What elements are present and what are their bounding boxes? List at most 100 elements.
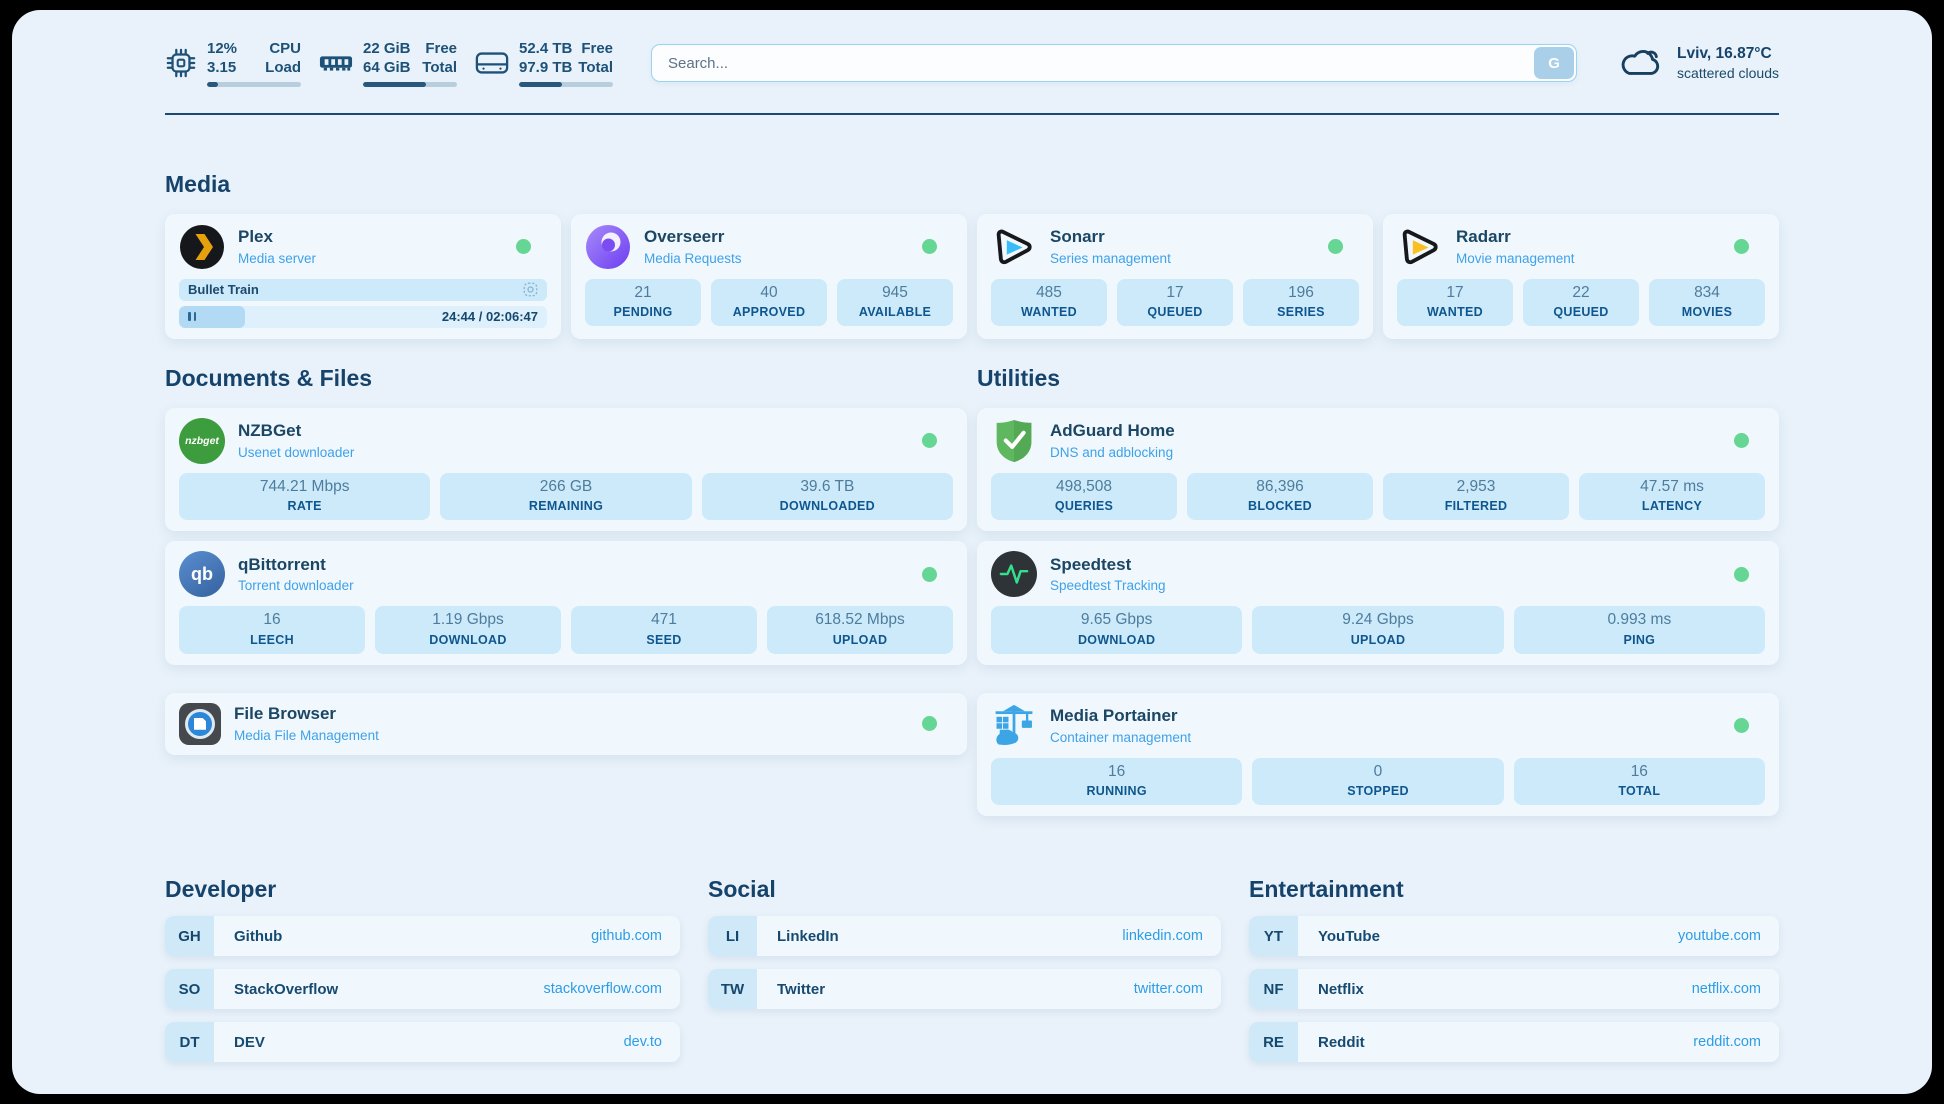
overseerr-icon (585, 224, 631, 270)
cpu-icon (165, 47, 197, 79)
app-name: Media Portainer (1050, 706, 1191, 726)
status-dot (1734, 239, 1749, 254)
status-dot (922, 239, 937, 254)
app-card-overseerr[interactable]: Overseerr Media Requests 21PENDING 40APP… (571, 214, 967, 339)
link-row-netflix[interactable]: NF Netflix netflix.com (1249, 969, 1779, 1009)
ram-progressbar (363, 82, 457, 87)
stat-label: SERIES (1247, 305, 1355, 320)
link-abbr: TW (708, 969, 757, 1009)
app-card-plex[interactable]: Plex Media server Bullet Train (165, 214, 561, 339)
stat-pill: 21PENDING (585, 279, 701, 327)
app-name: Speedtest (1050, 555, 1166, 575)
stat-value: 17 (1401, 284, 1509, 303)
stat-value: 9.65 Gbps (995, 611, 1238, 630)
header-divider (165, 113, 1779, 115)
stat-value: 485 (995, 284, 1103, 303)
stat-label: FILTERED (1387, 499, 1565, 514)
now-playing-title: Bullet Train (188, 282, 259, 297)
stat-value: 39.6 TB (706, 478, 949, 497)
stat-value: 1.19 Gbps (379, 611, 557, 630)
link-row-dev[interactable]: DT DEV dev.to (165, 1022, 680, 1062)
cpu-value: 12% (207, 40, 237, 59)
app-name: NZBGet (238, 421, 354, 441)
link-name: Github (234, 928, 282, 945)
stat-value: 266 GB (444, 478, 687, 497)
status-dot (1734, 567, 1749, 582)
app-card-radarr[interactable]: Radarr Movie management 17WANTED 22QUEUE… (1383, 214, 1779, 339)
dashboard: 12%CPU 3.15Load 22 GiBFree (12, 10, 1932, 1094)
stat-value: 498,508 (995, 478, 1173, 497)
stat-pill: 1.19 Gbps DOWNLOAD (375, 606, 561, 654)
link-url: dev.to (624, 1034, 662, 1050)
stat-label: RATE (183, 499, 426, 514)
link-row-stackoverflow[interactable]: SO StackOverflow stackoverflow.com (165, 969, 680, 1009)
ram-icon (319, 51, 353, 75)
cpu-label: CPU (269, 40, 301, 59)
status-dot (1734, 433, 1749, 448)
link-row-reddit[interactable]: RE Reddit reddit.com (1249, 1022, 1779, 1062)
stat-value: 471 (575, 611, 753, 630)
disk-progressbar (519, 82, 613, 87)
stat-value: 0.993 ms (1518, 611, 1761, 630)
disk-free-value: 52.4 TB (519, 40, 572, 59)
link-name: Twitter (777, 981, 825, 998)
link-name: YouTube (1318, 928, 1380, 945)
cloud-icon (1617, 42, 1665, 85)
stat-value: 618.52 Mbps (771, 611, 949, 630)
stat-pill: 86,396BLOCKED (1187, 473, 1373, 521)
weather-condition: scattered clouds (1677, 65, 1779, 81)
link-name: LinkedIn (777, 928, 839, 945)
stat-label: WANTED (1401, 305, 1509, 320)
app-card-speedtest[interactable]: Speedtest Speedtest Tracking 9.65 Gbps DO… (977, 541, 1779, 665)
app-subtitle: Media File Management (234, 728, 379, 743)
link-row-twitter[interactable]: TW Twitter twitter.com (708, 969, 1221, 1009)
stat-pill: 16TOTAL (1514, 758, 1765, 806)
stat-label: MOVIES (1653, 305, 1761, 320)
radarr-icon (1397, 224, 1443, 270)
section-title-documents: Documents & Files (165, 365, 967, 392)
app-subtitle: Speedtest Tracking (1050, 578, 1166, 593)
disk-icon (475, 49, 509, 77)
stat-pill: 2,953FILTERED (1383, 473, 1569, 521)
link-row-youtube[interactable]: YT YouTube youtube.com (1249, 916, 1779, 956)
search-engine-button[interactable]: G (1534, 47, 1574, 79)
stat-label: DOWNLOAD (995, 633, 1238, 648)
search-input[interactable] (651, 44, 1577, 82)
sonarr-icon (991, 224, 1037, 270)
ram-total-label: Total (422, 59, 457, 78)
stat-pill: 16LEECH (179, 606, 365, 654)
stat-value: 744.21 Mbps (183, 478, 426, 497)
link-row-linkedin[interactable]: LI LinkedIn linkedin.com (708, 916, 1221, 956)
stat-pill: 40APPROVED (711, 279, 827, 327)
link-name: DEV (234, 1034, 265, 1051)
status-dot (1328, 239, 1343, 254)
stat-pill: 834MOVIES (1649, 279, 1765, 327)
app-name: qBittorrent (238, 555, 354, 575)
disk-total-label: Total (578, 59, 613, 78)
app-name: Plex (238, 227, 316, 247)
stat-pill: 618.52 MbpsUPLOAD (767, 606, 953, 654)
app-subtitle: Series management (1050, 251, 1171, 266)
stat-label: QUERIES (995, 499, 1173, 514)
link-row-github[interactable]: GH Github github.com (165, 916, 680, 956)
stat-pill: 0.993 msPING (1514, 606, 1765, 654)
stat-pill: 945AVAILABLE (837, 279, 953, 327)
app-card-portainer[interactable]: Media Portainer Container management 16R… (977, 693, 1779, 817)
stat-label: DOWNLOAD (379, 633, 557, 648)
app-name: Overseerr (644, 227, 742, 247)
link-url: reddit.com (1693, 1034, 1761, 1050)
app-card-nzbget[interactable]: nzbget NZBGet Usenet downloader 744.21 M… (165, 408, 967, 532)
link-abbr: YT (1249, 916, 1298, 956)
stat-value: 16 (1518, 763, 1761, 782)
header-bar: 12%CPU 3.15Load 22 GiBFree (165, 10, 1779, 87)
weather-location-temp: Lviv, 16.87°C (1677, 45, 1779, 63)
stat-pill: 47.57 msLATENCY (1579, 473, 1765, 521)
link-name: Netflix (1318, 981, 1364, 998)
app-card-sonarr[interactable]: Sonarr Series management 485WANTED 17QUE… (977, 214, 1373, 339)
stat-pill: 39.6 TBDOWNLOADED (702, 473, 953, 521)
app-card-qbittorrent[interactable]: qb qBittorrent Torrent downloader 16LEEC… (165, 541, 967, 665)
app-card-adguard[interactable]: AdGuard Home DNS and adblocking 498,508Q… (977, 408, 1779, 532)
stat-pill: 9.24 GbpsUPLOAD (1252, 606, 1503, 654)
app-card-filebrowser[interactable]: File Browser Media File Management (165, 693, 967, 755)
app-subtitle: Container management (1050, 730, 1191, 745)
